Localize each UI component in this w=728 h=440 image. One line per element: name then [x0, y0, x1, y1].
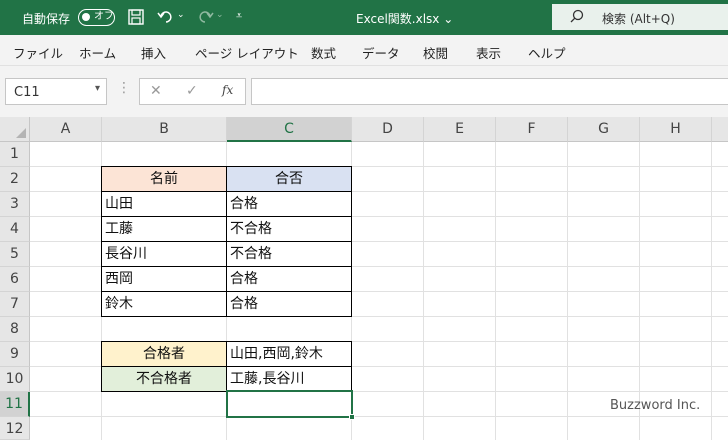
row-header-11[interactable]: 11	[0, 392, 30, 417]
tab-review[interactable]: 校閲	[423, 43, 448, 62]
redo-icon[interactable]	[196, 8, 214, 26]
select-all-button[interactable]	[0, 117, 30, 142]
gridline	[30, 416, 728, 417]
cell-b7[interactable]: 鈴木	[101, 291, 227, 317]
column-header-f[interactable]: F	[496, 117, 568, 142]
formula-buttons: ✕ ✓ fx	[139, 78, 246, 105]
redo-dropdown-icon[interactable]: ⌄	[216, 10, 224, 20]
cell-b10[interactable]: 不合格者	[101, 366, 227, 392]
column-header-g[interactable]: G	[568, 117, 640, 142]
cell-b4[interactable]: 工藤	[101, 216, 227, 242]
insert-function-icon[interactable]: fx	[222, 83, 233, 97]
row-header-4[interactable]: 4	[0, 217, 30, 242]
tab-data[interactable]: データ	[362, 43, 400, 62]
tab-page-layout[interactable]: ページ レイアウト	[195, 43, 299, 62]
cell-b6[interactable]: 西岡	[101, 266, 227, 292]
column-header-partial	[712, 117, 728, 142]
formula-bar: C11 ▾ ⋮ ✕ ✓ fx	[0, 66, 728, 117]
column-header-h[interactable]: H	[640, 117, 712, 142]
title-bar: 自動保存 オフ ⌄ ⌄ ⩡ Excel関数.xlsx ⌄ 検索 (Alt+Q)	[0, 0, 728, 35]
tab-help[interactable]: ヘルプ	[528, 43, 566, 62]
tab-home[interactable]: ホーム	[79, 43, 116, 62]
undo-icon[interactable]	[157, 8, 175, 26]
row-header-2[interactable]: 2	[0, 167, 30, 192]
row-header-5[interactable]: 5	[0, 242, 30, 267]
cell-c10[interactable]: 工藤,長谷川	[226, 366, 352, 392]
column-header-a[interactable]: A	[30, 117, 102, 142]
autosave-toggle[interactable]: オフ	[78, 9, 115, 26]
row-header-10[interactable]: 10	[0, 367, 30, 392]
formula-input[interactable]	[251, 78, 728, 105]
cell-b3[interactable]: 山田	[101, 191, 227, 217]
cell-b2[interactable]: 名前	[101, 166, 227, 192]
cell-c5[interactable]: 不合格	[226, 241, 352, 267]
tab-formulas[interactable]: 数式	[311, 43, 336, 62]
column-header-e[interactable]: E	[424, 117, 496, 142]
cell-c6[interactable]: 合格	[226, 266, 352, 292]
file-name[interactable]: Excel関数.xlsx ⌄	[356, 10, 453, 27]
cell-c3[interactable]: 合格	[226, 191, 352, 217]
select-all-icon	[16, 128, 26, 138]
name-box-value: C11	[14, 85, 40, 100]
toggle-knob	[82, 13, 90, 21]
cell-c9[interactable]: 山田,西岡,鈴木	[226, 341, 352, 367]
cell-c7[interactable]: 合格	[226, 291, 352, 317]
autosave-label: 自動保存	[22, 12, 71, 26]
name-box[interactable]: C11 ▾	[5, 78, 107, 105]
cell-c2[interactable]: 合否	[226, 166, 352, 192]
row-header-1[interactable]: 1	[0, 142, 30, 167]
row-header-9[interactable]: 9	[0, 342, 30, 367]
toggle-label: オフ	[94, 11, 114, 22]
active-cell-c11[interactable]	[226, 390, 353, 418]
customize-toolbar-icon[interactable]: ⩡	[236, 9, 242, 23]
cancel-icon[interactable]: ✕	[150, 83, 162, 99]
column-header-c[interactable]: C	[227, 117, 352, 142]
search-box[interactable]: 検索 (Alt+Q)	[552, 4, 728, 30]
chevron-down-icon[interactable]: ▾	[95, 83, 100, 94]
cell-b9[interactable]: 合格者	[101, 341, 227, 367]
ribbon-tabs: ファイル ホーム 挿入 ページ レイアウト 数式 データ 校閲 表示 ヘルプ	[0, 35, 728, 66]
undo-dropdown-icon[interactable]: ⌄	[177, 10, 185, 20]
tab-view[interactable]: 表示	[476, 43, 501, 62]
tab-insert[interactable]: 挿入	[141, 43, 166, 62]
column-header-d[interactable]: D	[352, 117, 424, 142]
search-label: 検索 (Alt+Q)	[602, 12, 675, 26]
watermark: Buzzword Inc.	[610, 398, 701, 413]
row-header-12[interactable]: 12	[0, 417, 30, 440]
row-header-3[interactable]: 3	[0, 192, 30, 217]
enter-icon[interactable]: ✓	[186, 83, 198, 99]
search-icon	[570, 9, 584, 23]
save-icon[interactable]	[127, 8, 145, 26]
cell-c4[interactable]: 不合格	[226, 216, 352, 242]
fill-handle[interactable]	[349, 414, 355, 420]
row-header-8[interactable]: 8	[0, 317, 30, 342]
column-header-b[interactable]: B	[102, 117, 227, 142]
tab-file[interactable]: ファイル	[13, 43, 63, 62]
spreadsheet-grid: A B C D E F G H 1 2 3 4 5 6 7 8 9 10 11 …	[0, 117, 728, 440]
row-header-7[interactable]: 7	[0, 292, 30, 317]
more-icon: ⋮	[117, 80, 131, 96]
cell-b5[interactable]: 長谷川	[101, 241, 227, 267]
row-header-6[interactable]: 6	[0, 267, 30, 292]
